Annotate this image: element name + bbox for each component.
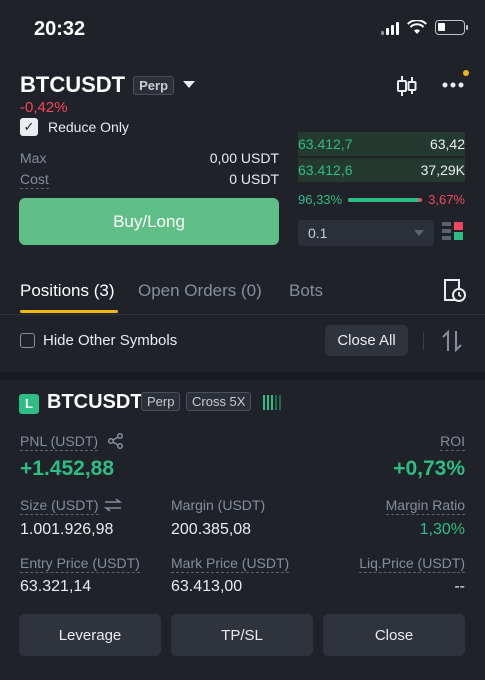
roi-label: ROI (440, 433, 465, 451)
share-icon[interactable] (108, 433, 124, 449)
symbol-title: BTCUSDT (20, 72, 126, 97)
chevron-down-icon (183, 81, 196, 88)
pnl-value: +1.452,88 (20, 457, 115, 480)
swap-icon[interactable] (104, 498, 122, 512)
checkmark-icon: ✓ (20, 118, 38, 136)
history-icon[interactable] (442, 279, 466, 303)
position-symbol[interactable]: BTCUSDT (47, 391, 143, 414)
buy-sell-ratio: 96,33% 3,67% (298, 192, 465, 207)
buy-long-button[interactable]: Buy/Long (19, 198, 279, 245)
hide-other-symbols-label: Hide Other Symbols (43, 332, 178, 349)
margin-mode-badge[interactable]: Cross 5X (186, 392, 252, 411)
checkbox-icon (20, 333, 35, 348)
tab-positions[interactable]: Positions (3) (20, 281, 114, 301)
mark-price-label: Mark Price (USDT) (171, 555, 290, 573)
leverage-button[interactable]: Leverage (19, 614, 161, 656)
buy-ratio: 96,33% (298, 192, 343, 207)
long-side-badge: L (19, 394, 39, 414)
notification-dot-icon (463, 70, 469, 76)
order-book-price: 63.412,6 (298, 162, 353, 178)
roi-value: +0,73% (393, 457, 465, 480)
depth-precision-select[interactable]: 0.1 (298, 220, 434, 246)
close-all-button[interactable]: Close All (325, 325, 408, 356)
status-time: 20:32 (34, 18, 86, 40)
margin-ratio-value: 1,30% (419, 521, 465, 538)
pnl-label: PNL (USDT) (20, 433, 99, 451)
divider (423, 332, 424, 350)
ratio-bar (348, 197, 423, 202)
max-label: Max (20, 150, 47, 166)
order-book-qty: 37,29K (420, 162, 465, 178)
price-change: -0,42% (20, 99, 68, 116)
mark-price-value: 63.413,00 (171, 578, 243, 595)
battery-level-fill (438, 23, 445, 31)
cost-label: Cost (20, 171, 49, 189)
margin-value: 200.385,08 (171, 521, 252, 538)
size-label: Size (USDT) (20, 497, 99, 515)
entry-price-value: 63.321,14 (20, 578, 92, 595)
sort-icon[interactable] (442, 330, 462, 352)
size-value: 1.001.926,98 (20, 521, 114, 538)
depth-value: 0.1 (308, 225, 328, 241)
tab-open-orders[interactable]: Open Orders (0) (138, 281, 262, 301)
hide-other-symbols-checkbox[interactable]: Hide Other Symbols (20, 332, 177, 349)
entry-price-label: Entry Price (USDT) (20, 555, 140, 573)
max-value: 0,00 USDT (209, 150, 279, 166)
more-icon[interactable] (441, 70, 471, 94)
section-separator (0, 372, 485, 380)
close-position-button[interactable]: Close (323, 614, 465, 656)
order-book-price: 63.412,7 (298, 136, 353, 152)
reduce-only-label: Reduce Only (48, 119, 129, 135)
candlestick-chart-icon[interactable] (396, 74, 418, 98)
leverage-level-icon (263, 395, 281, 410)
ratio-bar-fill (348, 197, 420, 202)
order-book-layout-icon[interactable] (442, 222, 464, 242)
wifi-icon (407, 20, 427, 34)
status-icons (381, 20, 468, 35)
battery-icon (435, 20, 468, 35)
symbol-selector[interactable]: BTCUSDT Perp (20, 72, 196, 98)
liq-price-label: Liq.Price (USDT) (359, 555, 465, 573)
order-book-row[interactable]: 63.412,6 37,29K (298, 158, 465, 182)
chevron-down-icon (414, 230, 424, 236)
cost-value: 0 USDT (229, 171, 279, 187)
cellular-signal-icon (381, 21, 399, 35)
active-tab-indicator (20, 310, 118, 313)
margin-ratio-label: Margin Ratio (385, 497, 465, 515)
sell-ratio: 3,67% (428, 192, 465, 207)
tpsl-button[interactable]: TP/SL (171, 614, 313, 656)
tab-bots[interactable]: Bots (289, 281, 323, 301)
liq-price-value: -- (454, 578, 465, 595)
margin-label: Margin (USDT) (171, 497, 266, 513)
order-book-row[interactable]: 63.412,7 63,42 (298, 132, 465, 156)
divider (0, 314, 485, 315)
reduce-only-checkbox[interactable]: ✓ Reduce Only (20, 118, 129, 136)
contract-type-badge: Perp (141, 392, 181, 411)
contract-type-badge: Perp (133, 75, 175, 95)
order-book-qty: 63,42 (429, 136, 465, 152)
